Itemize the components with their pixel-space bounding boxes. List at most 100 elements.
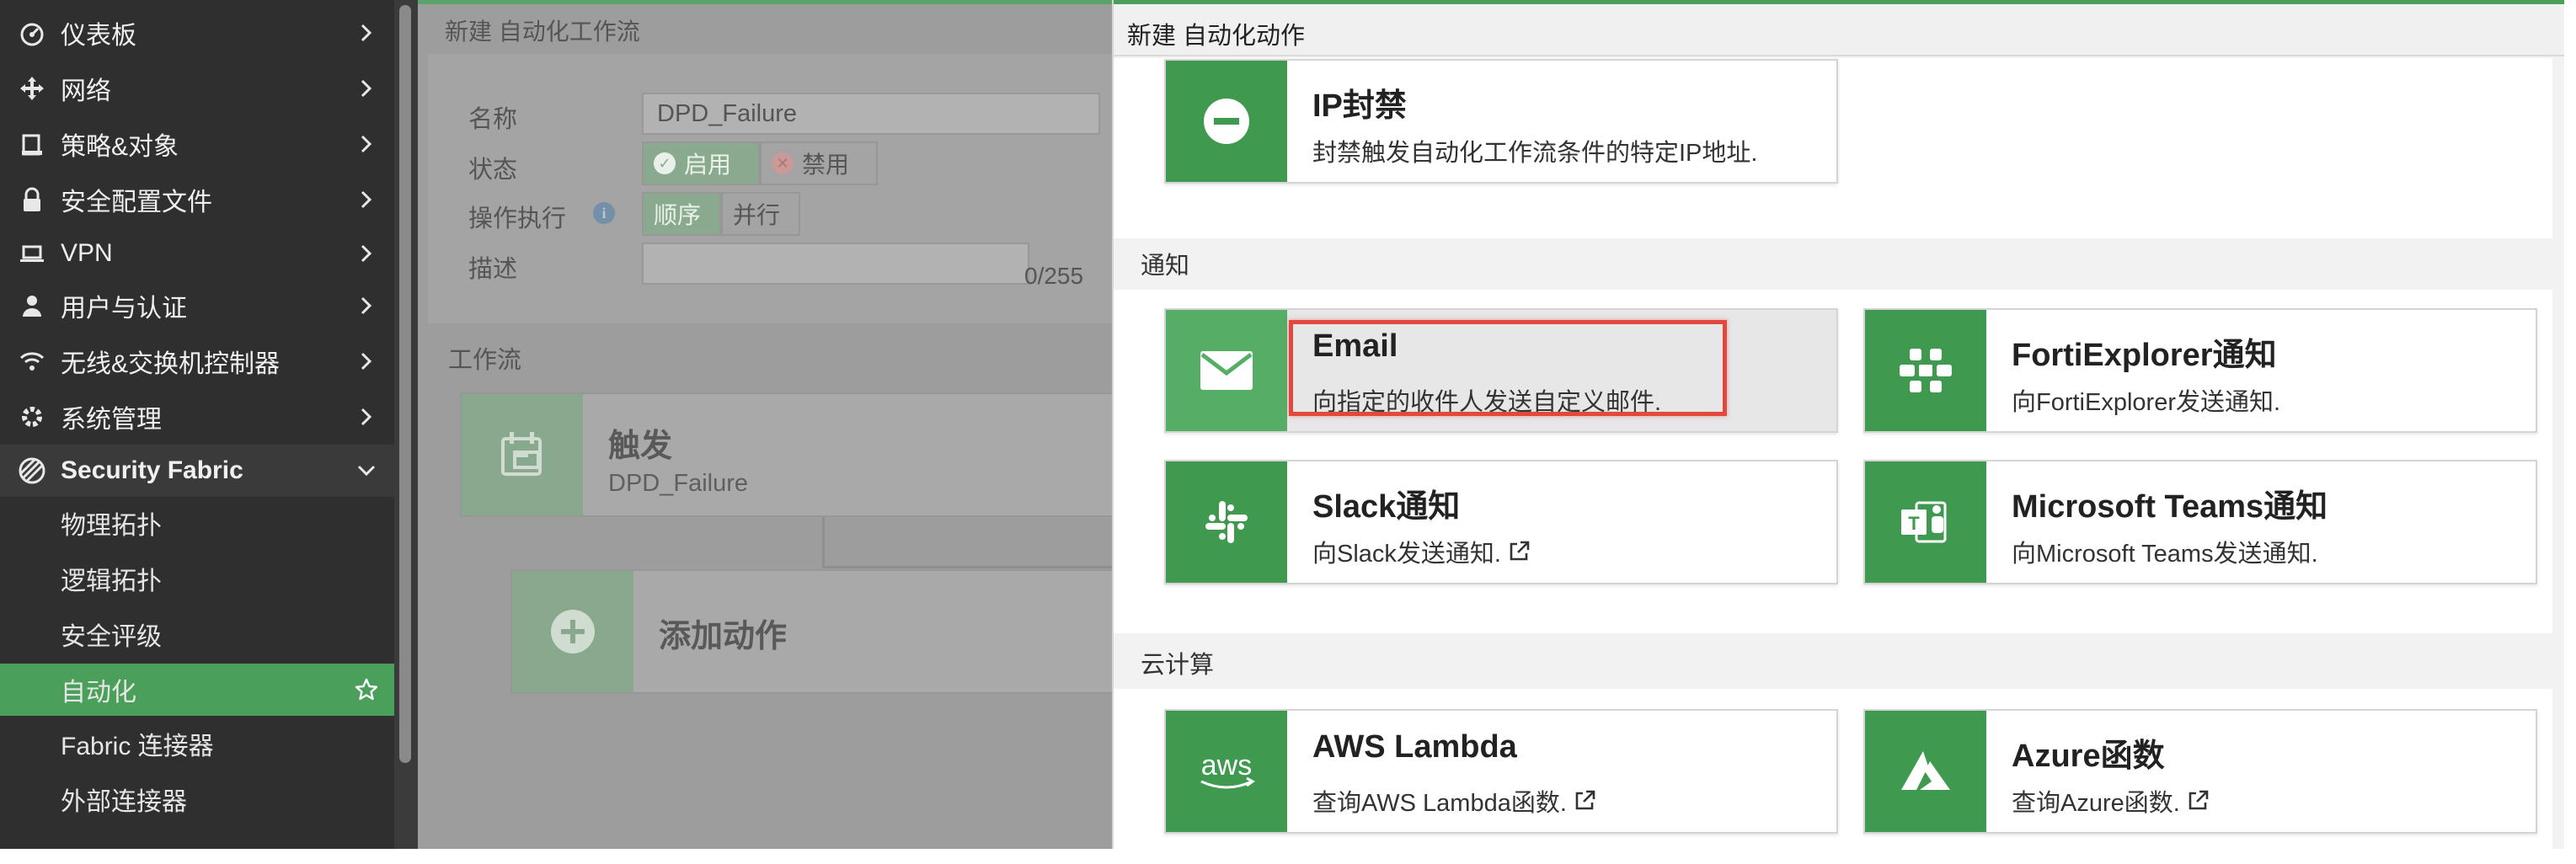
chevron-right-icon: [361, 135, 372, 153]
sidebar-item-dashboard[interactable]: 仪表板: [0, 7, 394, 59]
azure-desc-text: 查询Azure函数.: [2012, 790, 2180, 817]
fortiexplorer-title: FortiExplorer通知: [2012, 338, 2277, 373]
clipboard-icon: [15, 127, 49, 161]
sidebar-item-physical-topology[interactable]: 物理拓扑: [0, 497, 394, 549]
teams-icon: T: [1865, 461, 1986, 583]
exec-parallel-button[interactable]: 并行: [721, 192, 800, 236]
email-highlight-box: [1289, 320, 1727, 416]
workflow-connector: [822, 517, 825, 568]
teams-desc-text: 向Microsoft Teams发送通知.: [2012, 541, 2318, 568]
sidebar-item-fabric-connectors[interactable]: Fabric 连接器: [0, 717, 394, 770]
slack-description: 向Slack发送通知.: [1312, 534, 1531, 569]
sidebar-item-security-profiles[interactable]: 安全配置文件: [0, 173, 394, 226]
sidebar-item-security-rating[interactable]: 安全评级: [0, 608, 394, 660]
sidebar-item-automation[interactable]: 自动化: [0, 664, 394, 716]
sidebar-scrollbar[interactable]: [399, 5, 411, 763]
aws-logo-text: aws: [1201, 749, 1252, 781]
ip-ban-desc-text: 封禁触发自动化工作流条件的特定IP地址.: [1312, 140, 1758, 167]
new-automation-action-panel: 新建 自动化动作 IP封禁 封禁触发自动化工作流条件的特定IP地址. 通知 Em…: [1112, 0, 2564, 849]
status-enable-button[interactable]: ✓ 启用: [642, 141, 760, 185]
aws-lambda-card[interactable]: aws AWS Lambda 查询AWS Lambda函数.: [1164, 709, 1838, 834]
description-textarea[interactable]: [642, 243, 1029, 285]
sidebar-item-security-fabric[interactable]: Security Fabric: [0, 445, 394, 497]
external-link-icon[interactable]: [1572, 788, 1597, 813]
aws-logo-icon: aws: [1166, 711, 1287, 832]
description-label: 描述: [468, 256, 518, 283]
teams-title: Microsoft Teams通知: [2012, 489, 2328, 525]
panel-title: 新建 自动化动作: [1127, 23, 1306, 50]
workflow-page-overlay: 新建 自动化工作流 名称 DPD_Failure 状态 ✓ 启用 ✕ 禁用 操作…: [418, 0, 1112, 849]
chevron-right-icon: [361, 408, 372, 426]
azure-icon: [1865, 711, 1986, 832]
status-label: 状态: [468, 157, 518, 184]
name-value: DPD_Failure: [657, 99, 797, 127]
sidebar-item-label: 安全配置文件: [61, 189, 212, 216]
aws-lambda-desc-text: 查询AWS Lambda函数.: [1312, 790, 1567, 817]
azure-card[interactable]: Azure函数 查询Azure函数.: [1863, 709, 2537, 834]
sidebar-item-label: 安全评级: [61, 623, 162, 651]
sidebar-item-network[interactable]: 网络: [0, 62, 394, 115]
top-accent-bar: [418, 0, 1112, 4]
sidebar-item-label: 系统管理: [61, 406, 162, 434]
chevron-right-icon: [361, 190, 372, 209]
external-link-icon[interactable]: [2185, 788, 2210, 813]
azure-description: 查询Azure函数.: [2012, 783, 2210, 819]
trigger-title: 触发: [608, 429, 673, 464]
sidebar-item-label: 策略&对象: [61, 133, 179, 161]
fortiexplorer-desc-text: 向FortiExplorer发送通知.: [2012, 389, 2281, 416]
external-link-icon[interactable]: [1506, 539, 1531, 564]
add-action-card[interactable]: 添加动作: [510, 569, 1112, 694]
aws-lambda-description: 查询AWS Lambda函数.: [1312, 783, 1597, 819]
chevron-down-icon: [357, 465, 376, 477]
chevron-right-icon: [361, 296, 372, 315]
sidebar-item-policy-objects[interactable]: 策略&对象: [0, 118, 394, 170]
sidebar-item-external-connectors[interactable]: 外部连接器: [0, 773, 394, 825]
star-icon[interactable]: [354, 677, 379, 702]
wifi-icon: [15, 344, 49, 378]
page-title: 新建 自动化工作流: [445, 19, 640, 45]
sidebar-item-vpn[interactable]: VPN: [0, 227, 394, 280]
chevron-right-icon: [361, 352, 372, 371]
workflow-connector: [822, 566, 1112, 568]
status-disable-button[interactable]: ✕ 禁用: [760, 141, 878, 185]
sidebar-item-label: 仪表板: [61, 22, 136, 50]
ip-ban-title: IP封禁: [1312, 88, 1407, 124]
fortinet-grid-icon: [1865, 310, 1986, 431]
sidebar-item-logical-topology[interactable]: 逻辑拓扑: [0, 552, 394, 605]
sidebar-item-user-auth[interactable]: 用户与认证: [0, 280, 394, 332]
sidebar: 仪表板 网络 策略&对象 安全配置文件 VPN 用户与认证 无线&交换机控制器 …: [0, 0, 394, 849]
slack-card[interactable]: Slack通知 向Slack发送通知.: [1164, 460, 1838, 584]
info-icon[interactable]: i: [593, 202, 615, 224]
sidebar-item-wifi-switch[interactable]: 无线&交换机控制器: [0, 335, 394, 387]
name-field[interactable]: DPD_Failure: [642, 93, 1100, 135]
ip-ban-card[interactable]: IP封禁 封禁触发自动化工作流条件的特定IP地址.: [1164, 59, 1838, 184]
slack-title: Slack通知: [1312, 489, 1461, 525]
fortiexplorer-card[interactable]: FortiExplorer通知 向FortiExplorer发送通知.: [1863, 308, 2537, 433]
envelope-icon: [1166, 310, 1287, 431]
user-icon: [15, 289, 49, 323]
sidebar-item-label: 逻辑拓扑: [61, 568, 162, 595]
laptop-icon: [15, 237, 49, 270]
sidebar-item-label: 自动化: [61, 679, 136, 707]
status-enable-label: 启用: [684, 152, 732, 178]
trigger-card[interactable]: 触发 DPD_Failure: [460, 392, 1112, 517]
lock-icon: [15, 183, 49, 216]
sidebar-item-system[interactable]: 系统管理: [0, 391, 394, 443]
bottom-margin: [0, 849, 2576, 864]
svg-text:T: T: [1908, 513, 1920, 534]
chevron-right-icon: [361, 79, 372, 98]
status-disable-label: 禁用: [802, 152, 850, 178]
panel-scroll-track[interactable]: [2552, 56, 2564, 849]
workflow-form: 名称 DPD_Failure 状态 ✓ 启用 ✕ 禁用 操作执行 i 顺序 并行…: [428, 54, 1112, 323]
execution-label: 操作执行: [468, 205, 567, 232]
sidebar-item-label: 网络: [61, 77, 111, 105]
sidebar-item-label: Security Fabric: [61, 456, 243, 484]
workflow-heading: 工作流: [448, 347, 522, 374]
exec-sequential-button[interactable]: 顺序: [642, 192, 721, 236]
add-action-label: 添加动作: [659, 619, 788, 654]
ban-icon: [1166, 61, 1287, 182]
plus-circle-icon: [512, 571, 633, 692]
fortiexplorer-description: 向FortiExplorer发送通知.: [2012, 382, 2280, 418]
aws-lambda-title: AWS Lambda: [1312, 729, 1517, 765]
teams-card[interactable]: T Microsoft Teams通知 向Microsoft Teams发送通知…: [1863, 460, 2537, 584]
